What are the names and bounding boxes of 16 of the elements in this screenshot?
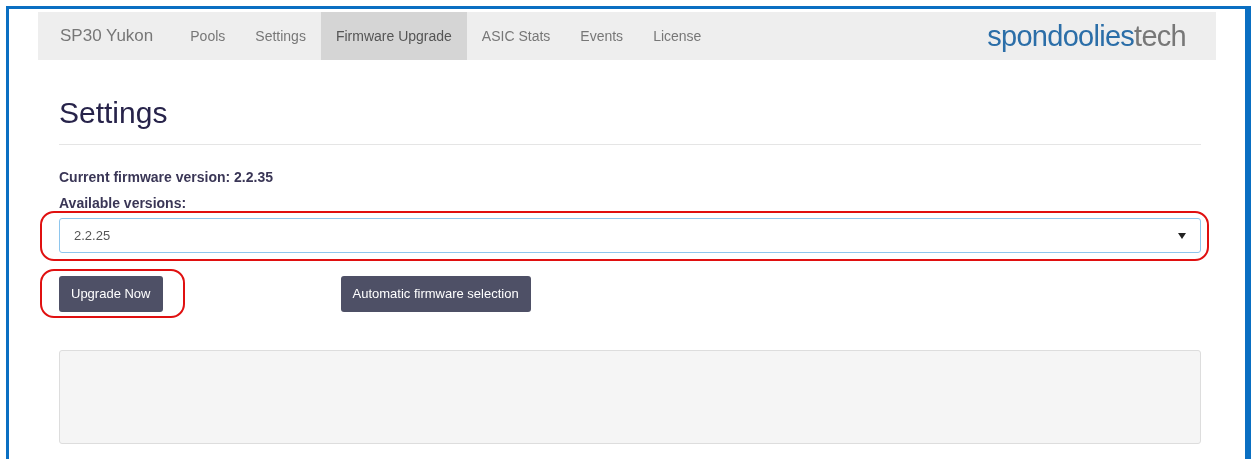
action-button[interactable]: Upgrade Now [59, 276, 163, 312]
brand-link[interactable]: SP30 Yukon [38, 23, 176, 49]
nav-tab[interactable]: Settings [240, 12, 321, 60]
page-heading: Settings [59, 98, 169, 128]
nav-tab[interactable]: Events [565, 12, 639, 60]
nav-tab[interactable]: Pools [175, 12, 241, 60]
nav-tab[interactable]: License [638, 12, 717, 60]
caret-icon [1178, 232, 1186, 239]
action-button[interactable]: Automatic firmware selection [340, 276, 531, 312]
field-label: Available versions: [59, 194, 188, 213]
logo-text: spondoolies [987, 21, 1135, 51]
version-select[interactable]: 2.2.25 [59, 218, 1201, 253]
nav-tab[interactable]: Firmware Upgrade [320, 12, 467, 60]
logo-suffix: tech [1134, 21, 1186, 51]
current-version: Current firmware version: 2.2.35 [59, 168, 274, 187]
nav-tab[interactable]: ASIC Stats [466, 12, 566, 60]
